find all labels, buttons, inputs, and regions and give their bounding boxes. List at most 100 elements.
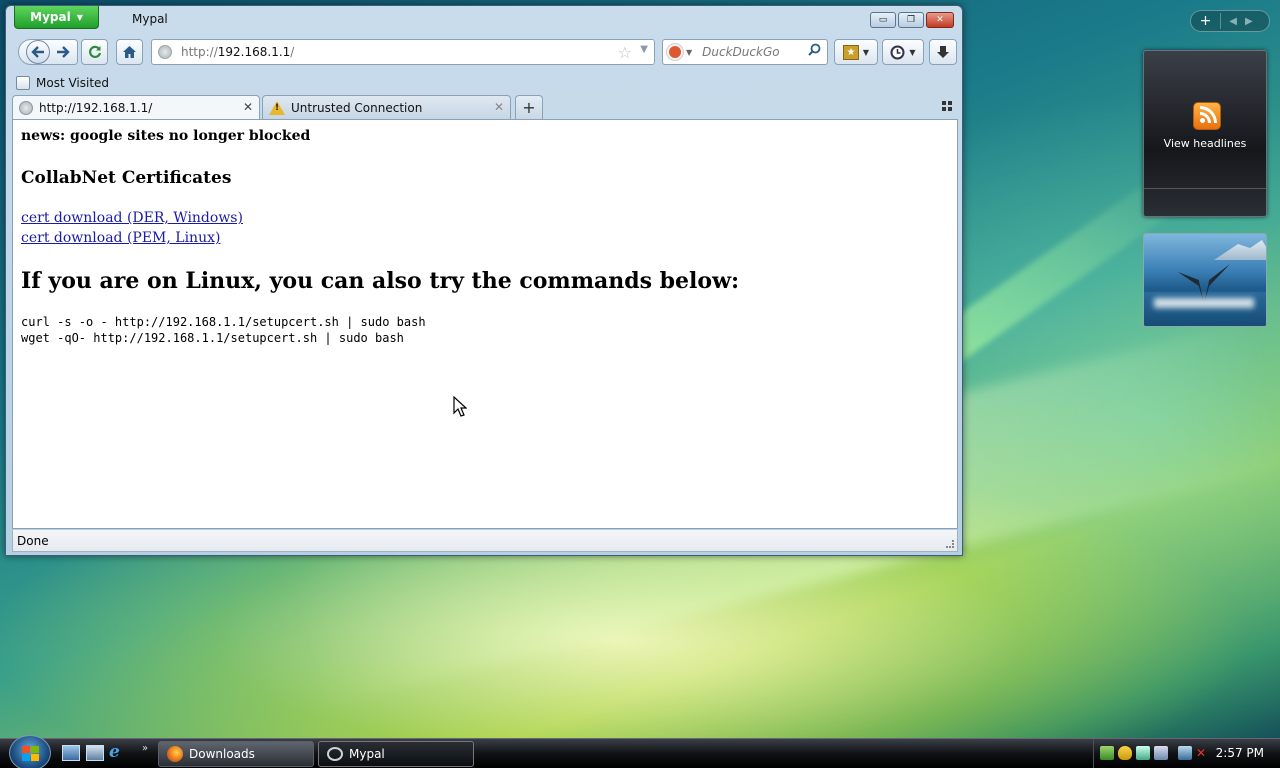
splash-shape xyxy=(1154,298,1254,308)
command-line: curl -s -o - http://192.168.1.1/setupcer… xyxy=(21,315,426,329)
quicklaunch-more-icon[interactable]: » xyxy=(142,743,148,754)
list-all-tabs-icon[interactable] xyxy=(942,101,952,111)
history-dropdown-icon[interactable]: ▼ xyxy=(640,44,648,55)
site-identity-icon[interactable] xyxy=(158,45,172,59)
taskbar-item-downloads[interactable]: Downloads xyxy=(158,741,314,767)
bookmarks-toolbar: Most Visited xyxy=(16,73,109,93)
close-tab-icon[interactable]: ✕ xyxy=(243,100,253,114)
tab-label: Untrusted Connection xyxy=(291,100,423,115)
status-bar: Done xyxy=(12,530,958,552)
shield-icon[interactable] xyxy=(1118,746,1132,760)
windows-logo-icon xyxy=(22,746,40,762)
duckduckgo-icon[interactable] xyxy=(667,44,683,60)
start-button[interactable] xyxy=(9,735,51,768)
new-tab-button[interactable]: + xyxy=(515,95,543,119)
close-button[interactable]: ✕ xyxy=(926,12,954,28)
chevron-down-icon: ▼ xyxy=(686,47,693,57)
bookmark-most-visited[interactable]: Most Visited xyxy=(36,76,109,90)
add-gadget-button[interactable]: + xyxy=(1191,13,1221,29)
tray-app-icon[interactable] xyxy=(1154,746,1168,760)
minimize-button[interactable]: ▭ xyxy=(870,12,896,28)
command-block: curl -s -o - http://192.168.1.1/setupcer… xyxy=(21,314,957,346)
system-tray: ✕ 2:57 PM xyxy=(1093,739,1280,768)
tab-strip: http://192.168.1.1/ ✕ Untrusted Connecti… xyxy=(12,95,956,119)
app-menu-label: Mypal xyxy=(30,10,71,24)
gadget-footer xyxy=(1144,188,1266,216)
url-scheme: http:// xyxy=(181,45,218,59)
status-text: Done xyxy=(17,533,49,548)
home-button[interactable] xyxy=(116,39,143,65)
taskbar-item-mypal[interactable]: Mypal xyxy=(318,741,474,767)
cert-links: cert download (DER, Windows) cert downlo… xyxy=(21,208,957,248)
forward-arrow-icon xyxy=(57,46,70,58)
taskbar: e » Downloads Mypal ✕ 2:57 PM xyxy=(0,735,1280,768)
back-forward-buttons xyxy=(18,39,78,65)
browser-window: Mypal ▼ Mypal ▭ ❐ ✕ http://192.168.1.1/ xyxy=(5,5,963,556)
bookmark-star-icon[interactable]: ☆ xyxy=(618,43,632,62)
gadget-nav-arrows-icon[interactable]: ◀▶ xyxy=(1221,16,1269,27)
search-bar[interactable]: ▼ DuckDuckGo xyxy=(662,39,828,65)
linux-heading: If you are on Linux, you can also try th… xyxy=(21,268,740,294)
reload-icon xyxy=(88,45,101,58)
search-icon[interactable] xyxy=(808,43,821,60)
resize-grip-icon[interactable] xyxy=(946,540,954,548)
view-headlines-label[interactable]: View headlines xyxy=(1144,137,1266,150)
tab-untrusted-connection[interactable]: Untrusted Connection ✕ xyxy=(262,95,511,119)
news-line: news: google sites no longer blocked xyxy=(21,128,311,144)
forward-button[interactable] xyxy=(56,45,70,59)
command-line: wget -qO- http://192.168.1.1/setupcert.s… xyxy=(21,331,404,345)
navigation-toolbar: http://192.168.1.1/ ☆ ▼ ▼ DuckDuckGo ★ ▼… xyxy=(12,37,957,69)
title-bar[interactable]: Mypal ▼ Mypal ▭ ❐ ✕ xyxy=(6,6,962,34)
taskbar-item-label: Downloads xyxy=(189,747,255,761)
tab-label: http://192.168.1.1/ xyxy=(39,100,153,115)
plus-icon: + xyxy=(522,98,536,117)
firefox-icon xyxy=(167,746,183,762)
bookmarks-menu-button[interactable]: ★ ▼ xyxy=(834,39,878,65)
chevron-down-icon: ▼ xyxy=(909,47,916,57)
most-visited-icon xyxy=(16,76,30,90)
internet-explorer-icon[interactable]: e xyxy=(109,742,127,762)
feed-headlines-gadget[interactable]: View headlines xyxy=(1143,50,1267,217)
page-content: news: google sites no longer blocked Col… xyxy=(12,119,958,529)
mountain-shape xyxy=(1214,240,1266,260)
tray-app-icon[interactable] xyxy=(1100,746,1114,760)
search-input[interactable]: DuckDuckGo xyxy=(702,45,779,59)
close-tab-icon[interactable]: ✕ xyxy=(494,100,504,114)
tray-app-icon[interactable] xyxy=(1136,746,1150,760)
maximize-button[interactable]: ❐ xyxy=(898,12,924,28)
cert-download-der-link[interactable]: cert download (DER, Windows) xyxy=(21,208,957,228)
taskbar-item-label: Mypal xyxy=(349,747,385,761)
app-menu-button[interactable]: Mypal ▼ xyxy=(14,6,99,29)
url-path: / xyxy=(290,45,295,59)
url-host: 192.168.1.1 xyxy=(217,45,291,59)
slideshow-gadget[interactable] xyxy=(1143,233,1267,327)
sidebar-controls: + ◀▶ xyxy=(1190,10,1270,32)
download-arrow-icon xyxy=(937,45,949,58)
warning-icon xyxy=(269,100,285,115)
back-arrow-icon xyxy=(31,46,44,58)
clock[interactable]: 2:57 PM xyxy=(1216,746,1264,760)
downloads-button[interactable] xyxy=(929,39,957,65)
home-icon xyxy=(123,46,136,58)
url-text: http://192.168.1.1/ xyxy=(181,45,294,59)
mypal-icon xyxy=(327,747,343,761)
bookmarks-icon: ★ xyxy=(842,44,859,60)
clock-icon xyxy=(890,45,905,59)
mouse-cursor-icon xyxy=(453,396,467,417)
url-bar[interactable]: http://192.168.1.1/ ☆ ▼ xyxy=(151,39,655,65)
back-button[interactable] xyxy=(26,40,50,64)
rss-icon xyxy=(1193,102,1221,130)
show-desktop-icon[interactable] xyxy=(62,745,80,761)
chevron-down-icon: ▼ xyxy=(862,47,870,57)
chevron-down-icon: ▼ xyxy=(76,12,83,22)
history-button[interactable]: ▼ xyxy=(882,39,924,65)
tab-home[interactable]: http://192.168.1.1/ ✕ xyxy=(12,95,260,119)
cert-download-pem-link[interactable]: cert download (PEM, Linux) xyxy=(21,228,957,248)
window-title: Mypal xyxy=(132,12,168,26)
network-icon[interactable] xyxy=(1178,746,1192,760)
certificates-heading: CollabNet Certificates xyxy=(21,168,232,188)
switch-windows-icon[interactable] xyxy=(86,745,104,761)
globe-icon xyxy=(19,100,33,115)
reload-button[interactable] xyxy=(81,39,108,65)
volume-muted-icon[interactable]: ✕ xyxy=(1196,746,1210,760)
